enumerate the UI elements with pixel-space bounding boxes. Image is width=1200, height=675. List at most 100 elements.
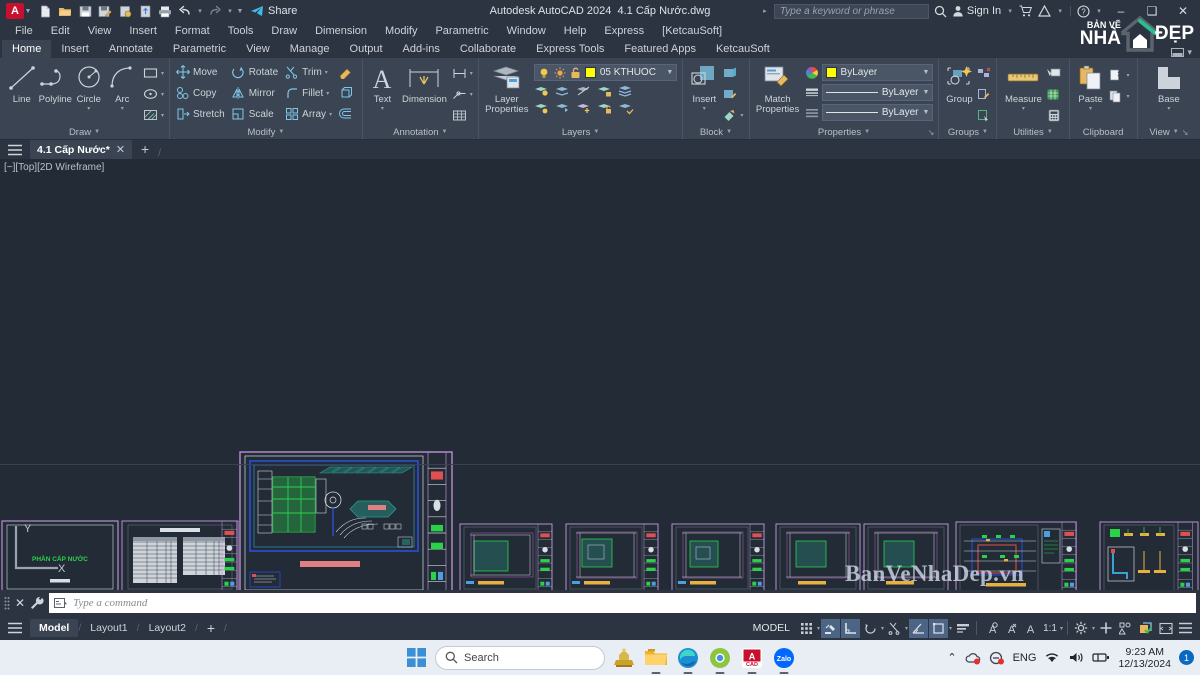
tool-measure[interactable]: Measure ▾ <box>1002 62 1044 112</box>
tab-output[interactable]: Output <box>340 40 393 58</box>
color-dropdown-icon[interactable]: ▼ <box>923 69 930 76</box>
tool-ellipse[interactable]: ▾ <box>143 84 164 104</box>
cart-icon[interactable] <box>1019 5 1033 17</box>
document-tab-active[interactable]: 4.1 Cấp Nước* ✕ <box>30 140 133 159</box>
sun-icon[interactable] <box>554 67 566 79</box>
taskbar-clock[interactable]: 9:23 AM 12/13/2024 <box>1118 646 1171 670</box>
menu-tools[interactable]: Tools <box>219 22 263 40</box>
tool-cut[interactable]: ▾ <box>1109 65 1130 85</box>
menu-draw[interactable]: Draw <box>262 22 306 40</box>
layer-isolate-icon[interactable] <box>534 84 550 98</box>
tool-polyline[interactable]: Polyline <box>39 62 73 105</box>
circle-dropdown-icon[interactable]: ▾ <box>87 105 90 112</box>
onedrive-icon[interactable] <box>965 651 981 665</box>
color-selector[interactable]: ByLayer ▼ <box>821 64 934 81</box>
tool-spreadsheet-link[interactable] <box>1046 84 1061 104</box>
grid-display-icon[interactable] <box>797 619 816 638</box>
layer-turn-all-on-icon[interactable] <box>534 101 550 115</box>
layer-selector[interactable]: 05 KTHUOC ▼ <box>533 64 678 81</box>
layer-freeze-icon[interactable] <box>555 84 571 98</box>
panel-view-title[interactable]: View ▼ ↘ <box>1138 125 1200 139</box>
menu-window[interactable]: Window <box>498 22 555 40</box>
linetype-dropdown-icon[interactable]: ▼ <box>923 109 930 116</box>
layer-merge-icon[interactable] <box>618 84 634 98</box>
drawing-canvas[interactable]: [−][Top][2D Wireframe] PHẦN CẤP NƯỚC Y X… <box>0 159 1200 590</box>
menu-insert[interactable]: Insert <box>120 22 166 40</box>
lightbulb-on-icon[interactable] <box>538 67 550 79</box>
arc-dropdown-icon[interactable]: ▾ <box>121 105 124 112</box>
layer-unlock-icon[interactable] <box>597 101 613 115</box>
workspace-switch-icon[interactable] <box>1072 619 1091 638</box>
tool-erase[interactable] <box>338 62 353 82</box>
layer-thaw-all-icon[interactable] <box>576 101 592 115</box>
osnap-dropdown-icon[interactable]: ▾ <box>949 625 952 632</box>
panel-annotation-title[interactable]: Annotation ▼ <box>363 125 478 139</box>
edge-icon[interactable] <box>675 645 701 671</box>
battery-icon[interactable] <box>1092 651 1110 664</box>
tool-quick-select[interactable] <box>1046 63 1061 83</box>
grid-dropdown-icon[interactable]: ▾ <box>817 625 820 632</box>
language-indicator[interactable]: ENG <box>1013 652 1037 664</box>
redo-dropdown-icon[interactable]: ▾ <box>226 7 234 15</box>
measure-dropdown-icon[interactable]: ▾ <box>1022 105 1025 112</box>
menu-edit[interactable]: Edit <box>42 22 79 40</box>
annotation-scale-icon[interactable]: A <box>1021 619 1040 638</box>
chrome-icon[interactable] <box>707 645 733 671</box>
properties-dialog-launcher-icon[interactable]: ↘ <box>928 128 935 137</box>
tool-leader[interactable]: ▾ <box>452 84 473 104</box>
annotation-scale-value[interactable]: 1:1 <box>1041 623 1059 634</box>
autocad-app-icon[interactable]: A <box>6 3 24 19</box>
saveas-icon[interactable] <box>96 2 114 20</box>
tool-mirror[interactable]: Mirror <box>231 83 278 103</box>
panel-utilities-title[interactable]: Utilities ▼ <box>997 125 1068 139</box>
menu-file[interactable]: File <box>6 22 42 40</box>
ortho-mode-icon[interactable] <box>841 618 861 638</box>
tool-copy[interactable]: Copy <box>175 83 225 103</box>
text-dropdown-icon[interactable]: ▾ <box>381 105 384 112</box>
layout-menu-icon[interactable] <box>0 619 30 638</box>
tool-calculator[interactable] <box>1046 105 1061 125</box>
command-drag-handle[interactable] <box>4 596 10 610</box>
workspace-dropdown-icon[interactable]: ▾ <box>1092 625 1095 632</box>
tab-home[interactable]: Home <box>2 40 52 58</box>
object-snap-icon[interactable] <box>929 618 949 638</box>
tab-parametric[interactable]: Parametric <box>163 40 236 58</box>
layer-lock-icon[interactable] <box>597 84 613 98</box>
hatch-dropdown-icon[interactable]: ▾ <box>161 112 164 119</box>
polar-tracking-icon[interactable] <box>861 619 880 638</box>
polar-dropdown-icon[interactable]: ▾ <box>881 625 884 632</box>
qat-customize-icon[interactable]: ▼ <box>236 8 244 15</box>
print-icon[interactable] <box>156 2 174 20</box>
scale-dropdown-icon[interactable]: ▾ <box>1060 625 1063 632</box>
osnap-track-dropdown-icon[interactable]: ▾ <box>905 625 908 632</box>
autocad-icon[interactable]: A CAD <box>739 645 765 671</box>
menu-format[interactable]: Format <box>166 22 219 40</box>
notification-badge[interactable]: 1 <box>1179 650 1194 665</box>
tab-addins[interactable]: Add-ins <box>393 40 450 58</box>
menu-express[interactable]: Express <box>595 22 653 40</box>
new-document-tab-icon[interactable]: + <box>132 140 158 159</box>
isometric-drafting-icon[interactable] <box>909 618 929 638</box>
lineweight-dropdown-icon[interactable]: ▼ <box>923 89 930 96</box>
menu-modify[interactable]: Modify <box>376 22 426 40</box>
panel-groups-title[interactable]: Groups ▼ <box>939 125 996 139</box>
tool-match-properties[interactable]: Match Properties <box>755 62 801 115</box>
annotation-visibility-icon[interactable]: A <box>981 619 1000 638</box>
tool-dimension[interactable]: Dimension <box>400 62 449 105</box>
volume-icon[interactable] <box>1068 651 1084 664</box>
tab-insert[interactable]: Insert <box>51 40 99 58</box>
save-icon[interactable] <box>76 2 94 20</box>
print-preview-icon[interactable] <box>116 2 134 20</box>
search-expand-icon[interactable]: ▸ <box>761 7 769 15</box>
layout-tab-model[interactable]: Model <box>30 619 79 637</box>
chevron-up-icon[interactable]: ⌃ <box>947 651 956 664</box>
tool-group-selection-toggle[interactable] <box>976 105 991 125</box>
tool-base-view[interactable]: Base ▾ <box>1152 62 1186 112</box>
linetype-selector[interactable]: ByLayer ▼ <box>821 104 934 121</box>
tool-rotate[interactable]: Rotate <box>231 62 278 82</box>
panel-properties-title[interactable]: Properties ▼ ↘ <box>750 125 939 139</box>
panel-modify-title[interactable]: Modify ▼ <box>170 125 362 139</box>
tool-offset[interactable] <box>338 104 353 124</box>
snap-mode-icon[interactable] <box>821 618 841 638</box>
share-button[interactable]: Share <box>250 5 297 18</box>
